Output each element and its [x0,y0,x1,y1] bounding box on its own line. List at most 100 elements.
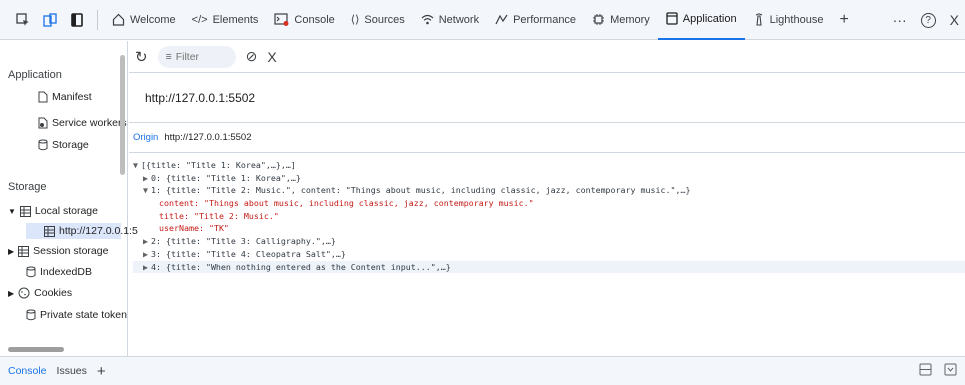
help-button[interactable]: ? [920,12,936,28]
tree-row-text: 4: {title: "When nothing entered as the … [151,261,451,272]
tab-network[interactable]: Network [413,0,487,40]
tree-row-item-2[interactable]: ▶ 2: {title: "Title 3: Calligraphy.",…} [133,235,965,248]
close-devtools-button[interactable]: X [950,12,959,28]
tree-row-title: title: "Title 2: Music." [133,210,965,223]
filter-box[interactable]: ≡ [157,45,236,68]
property-username: userName: "TK" [159,223,229,234]
refresh-icon[interactable]: ↻ [135,48,148,66]
home-icon [112,13,125,26]
table-icon [18,245,30,257]
application-icon [666,12,678,25]
sidebar-item-label: Service workers [52,117,127,129]
sidebar-item-private-state-tokens[interactable]: Private state token [26,309,127,321]
tree-row-item-0[interactable]: ▶ 0: {title: "Title 1: Korea",…} [133,172,965,185]
tab-label: Performance [513,13,577,26]
expand-arrow-icon[interactable]: ▶ [143,248,151,261]
tab-application[interactable]: Application [657,0,745,40]
collapse-arrow-icon[interactable]: ▼ [133,159,141,172]
sidebar-item-indexeddb[interactable]: IndexedDB [26,266,92,278]
database-icon [38,139,48,151]
sidebar-item-label: IndexedDB [40,266,92,278]
tab-label: Welcome [130,13,176,26]
origin-label: Origin [133,132,159,143]
storage-panel: ↻ ≡ ⊘ X http://127.0.0.1:5502 Origin htt… [129,41,965,356]
drawer-tab-console[interactable]: Console [8,365,47,377]
tree-row-text: [{title: "Title 1: Korea",…},…] [141,160,296,170]
expand-arrow-icon[interactable]: ▶ [143,235,151,248]
wifi-icon [421,14,434,25]
tab-label: Lighthouse [769,13,824,26]
sidebar-item-manifest[interactable]: Manifest [38,91,92,103]
sidebar-item-cookies[interactable]: ▶ Cookies [8,287,72,299]
tab-label: Application [682,12,737,25]
tab-label: Elements [212,13,259,26]
tab-label: Network [438,13,480,26]
tab-lighthouse[interactable]: Lighthouse [745,0,832,40]
tab-console[interactable]: Console [266,0,342,40]
sidebar-item-label: Local storage [34,205,98,217]
dock-side-icon[interactable] [68,11,86,29]
tab-welcome[interactable]: Welcome [104,0,184,40]
sidebar-item-local-origin[interactable]: http://127.0.0.1:5 [26,223,138,239]
sidebar-item-session-storage[interactable]: ▶ Session storage [8,245,108,257]
tab-elements[interactable]: </> Elements [184,0,267,40]
tab-sources[interactable]: ⟨⟩ Sources [343,0,413,40]
database-icon [26,266,36,278]
application-sidebar: Application Manifest Service workers Sto… [0,41,138,356]
sidebar-section-storage: Storage [8,181,47,193]
tree-row-content: content: "Things about music, including … [133,197,965,210]
tree-row-item-1[interactable]: ▼ 1: {title: "Title 2: Music.", content: … [133,184,965,197]
sidebar-horizontal-scrollbar[interactable] [8,347,64,352]
tree-row-username: userName: "TK" [133,222,965,235]
devtools-tab-bar: Welcome </> Elements Console ⟨⟩ Sources … [0,0,965,40]
lighthouse-icon [753,13,765,26]
expand-arrow-icon[interactable]: ▶ [143,172,151,185]
expand-arrow-icon[interactable]: ▶ [8,247,14,256]
tab-performance[interactable]: Performance [487,0,584,40]
tree-row-text: 2: {title: "Title 3: Calligraphy.",…} [151,236,336,247]
add-tab-button[interactable]: + [831,0,856,40]
property-content: content: "Things about music, including … [159,198,534,209]
close-drawer-icon[interactable] [944,363,957,379]
dock-drawer-icon[interactable] [919,363,932,379]
tab-label: Console [294,13,335,26]
tree-row-root[interactable]: ▼ [{title: "Title 1: Korea",…},…] [133,159,965,172]
device-toolbar-icon[interactable] [41,11,59,29]
help-icon-label: ? [925,14,931,26]
cookie-icon [18,287,30,299]
sidebar-item-storage[interactable]: Storage [38,139,89,151]
sidebar-item-label: Manifest [52,91,92,103]
sidebar-section-application: Application [8,69,62,81]
add-drawer-tab-button[interactable]: + [97,363,106,380]
close-filter-button[interactable]: X [267,49,276,65]
filter-icon: ≡ [165,50,172,63]
sidebar-scrollbar[interactable] [120,55,125,175]
expand-arrow-icon[interactable]: ▶ [8,289,14,298]
window-controls: ··· ? X [893,0,959,40]
tree-row-text: 3: {title: "Title 4: Cleopatra Salt",…} [151,248,346,259]
storage-url: http://127.0.0.1:5502 [129,73,965,123]
inspect-element-icon[interactable] [14,11,32,29]
more-options-button[interactable]: ··· [893,12,907,28]
collapse-arrow-icon[interactable]: ▼ [143,184,151,197]
drawer-tab-issues[interactable]: Issues [57,365,87,377]
tree-row-item-3[interactable]: ▶ 3: {title: "Title 4: Cleopatra Salt",…} [133,248,965,261]
expand-arrow-icon[interactable]: ▶ [143,261,151,274]
tab-memory[interactable]: Memory [584,0,658,40]
console-icon [274,13,289,26]
sidebar-item-service-workers[interactable]: Service workers [38,117,127,129]
clear-icon[interactable]: ⊘ [246,48,258,65]
sidebar-item-local-storage[interactable]: ▼ Local storage [8,205,98,217]
tree-row-item-4[interactable]: ▶ 4: {title: "When nothing entered as the… [133,260,965,274]
filter-input[interactable] [175,50,230,63]
file-icon [38,91,48,103]
sidebar-item-label: Session storage [33,245,109,257]
sources-icon: ⟨⟩ [350,14,360,26]
sidebar-item-label: http://127.0.0.1:5 [59,225,138,237]
value-viewer: ▼ [{title: "Title 1: Korea",…},…] ▶ 0: {ti… [129,153,965,274]
memory-icon [592,13,605,26]
tab-label: Sources [364,13,405,26]
expand-arrow-icon[interactable]: ▼ [8,207,16,216]
property-title: title: "Title 2: Music." [159,210,279,221]
performance-icon [495,14,508,25]
